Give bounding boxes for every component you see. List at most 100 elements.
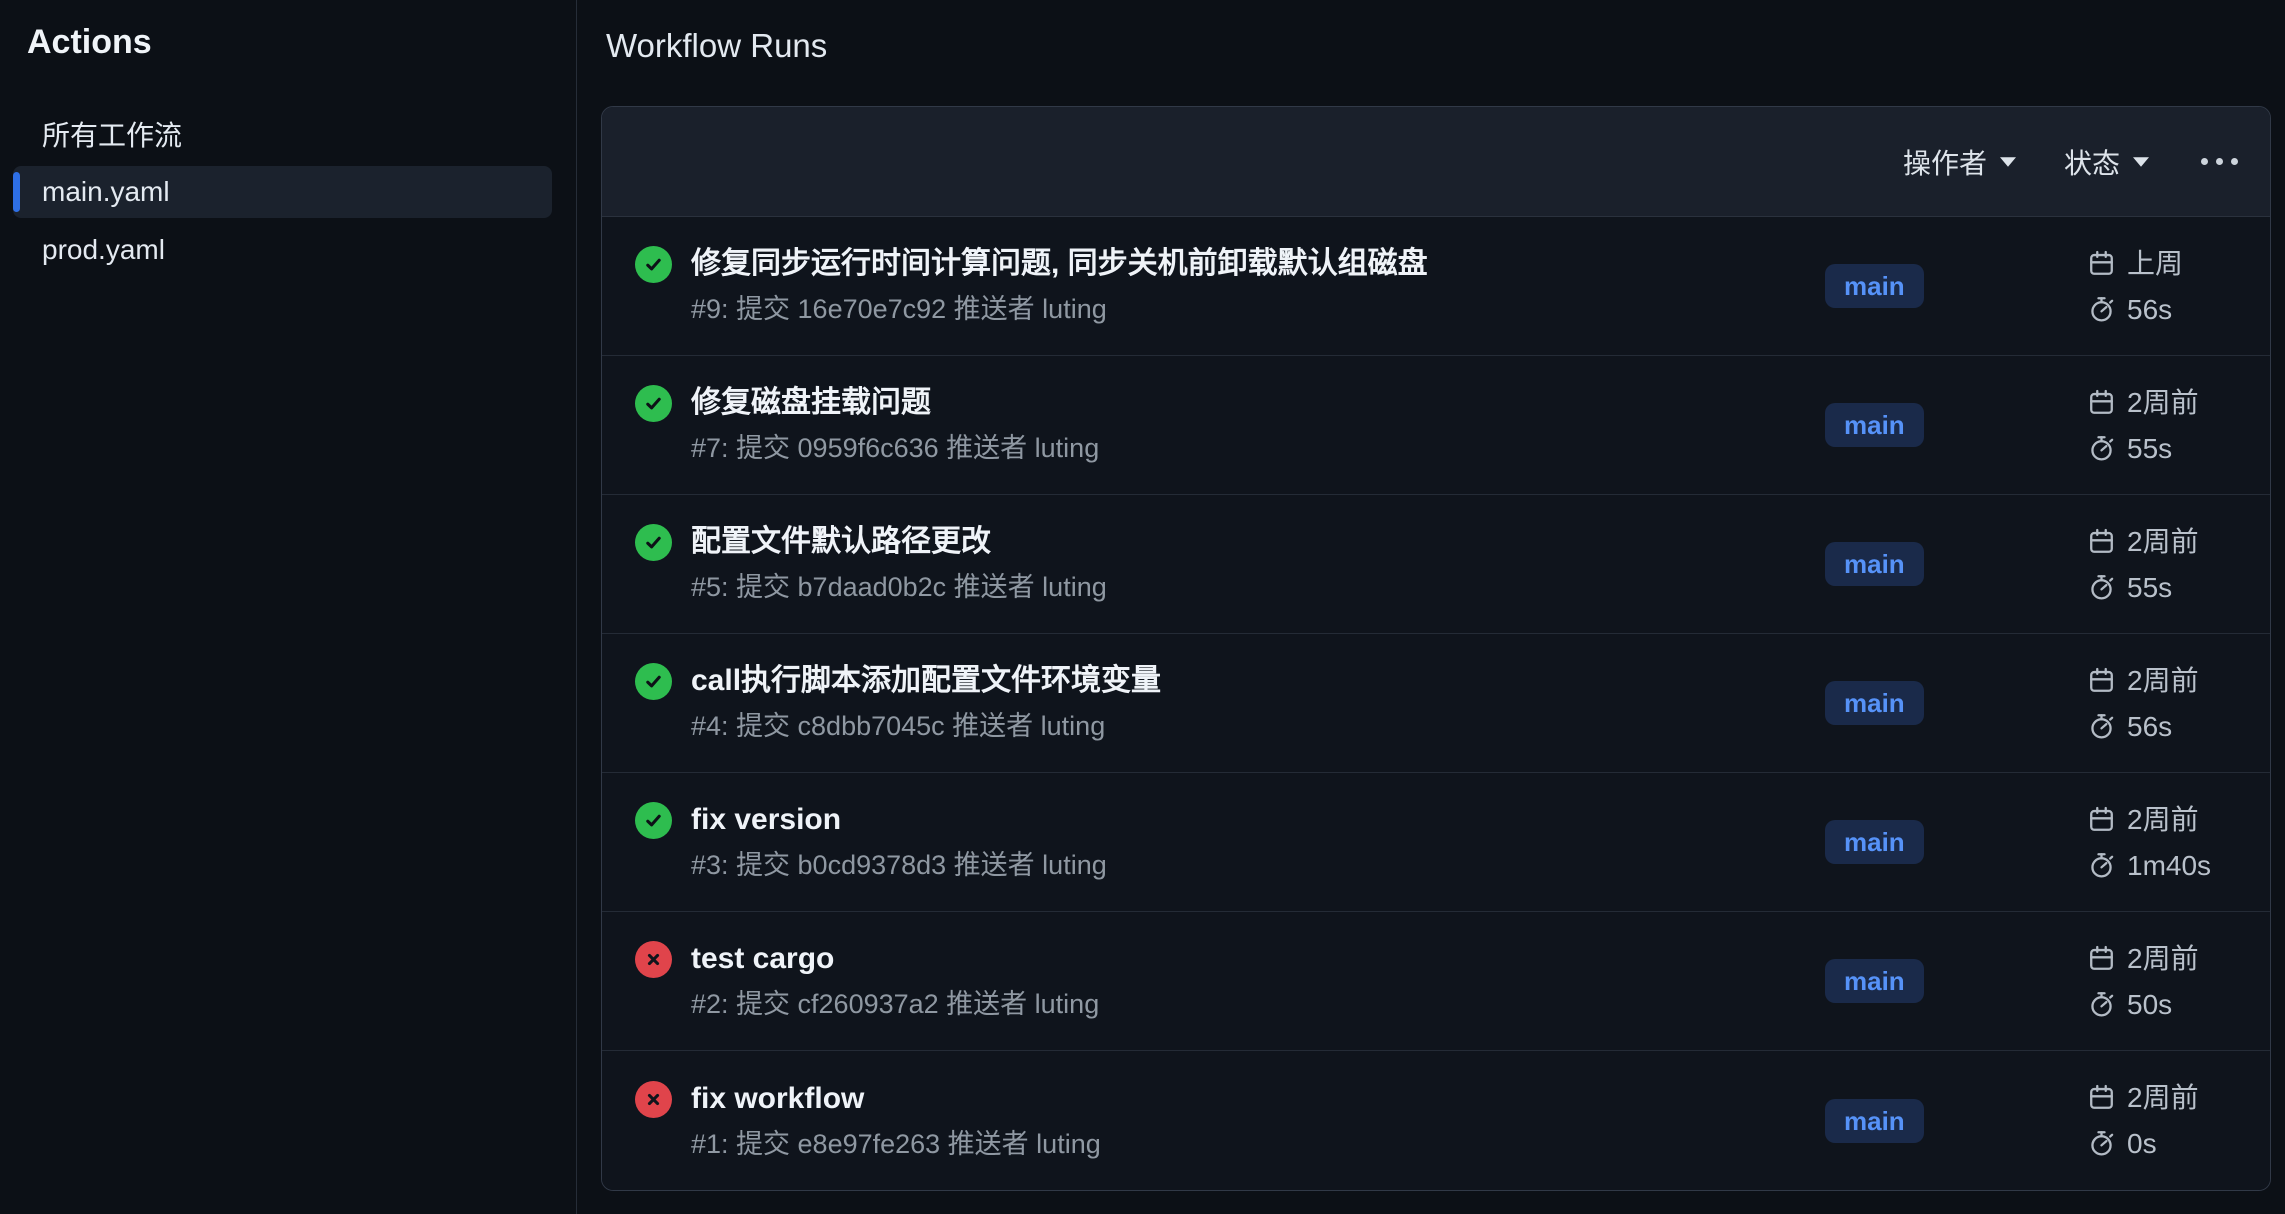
check-icon xyxy=(644,394,663,413)
sidebar-item-1[interactable]: main.yaml xyxy=(13,166,552,218)
run-duration: 55s xyxy=(2087,569,2237,606)
check-icon xyxy=(644,811,663,830)
run-commit-meta: #9: 提交 16e70e7c92 推送者 luting xyxy=(691,291,1428,327)
branch-badge[interactable]: main xyxy=(1825,959,1924,1003)
workflow-run-row[interactable]: fix workflow #1: 提交 e8e97fe263 推送者 lutin… xyxy=(602,1051,2270,1190)
calendar-icon xyxy=(2087,944,2116,973)
run-title-link[interactable]: fix workflow xyxy=(691,1080,1101,1118)
calendar-icon xyxy=(2087,1083,2116,1112)
actor-filter-label: 操作者 xyxy=(1903,142,1987,182)
run-date: 2周前 xyxy=(2087,523,2237,560)
x-icon xyxy=(644,950,663,969)
calendar-icon xyxy=(2087,249,2116,278)
run-duration-label: 50s xyxy=(2127,986,2172,1023)
run-date: 2周前 xyxy=(2087,662,2237,699)
run-commit-meta: #4: 提交 c8dbb7045c 推送者 luting xyxy=(691,708,1161,744)
run-status-icon xyxy=(635,1081,672,1118)
chevron-down-icon xyxy=(2000,157,2016,167)
branch-badge[interactable]: main xyxy=(1825,264,1924,308)
status-filter-label: 状态 xyxy=(2064,142,2120,182)
workflow-run-row[interactable]: 配置文件默认路径更改 #5: 提交 b7daad0b2c 推送者 luting … xyxy=(602,495,2270,634)
run-duration-label: 0s xyxy=(2127,1125,2157,1162)
run-date: 2周前 xyxy=(2087,384,2237,421)
workflow-run-row[interactable]: test cargo #2: 提交 cf260937a2 推送者 luting … xyxy=(602,912,2270,1051)
runs-toolbar: 操作者 状态 xyxy=(602,107,2270,217)
run-status-icon xyxy=(635,941,672,978)
run-commit-meta: #2: 提交 cf260937a2 推送者 luting xyxy=(691,986,1099,1022)
stopwatch-icon xyxy=(2087,712,2116,741)
sidebar-item-2[interactable]: prod.yaml xyxy=(13,224,552,276)
run-title-link[interactable]: fix version xyxy=(691,801,1107,839)
branch-badge[interactable]: main xyxy=(1825,403,1924,447)
run-date-label: 2周前 xyxy=(2127,940,2199,977)
workflow-list: 所有工作流 main.yaml prod.yaml xyxy=(0,108,576,276)
run-title-link[interactable]: 修复同步运行时间计算问题, 同步关机前卸载默认组磁盘 xyxy=(691,245,1428,283)
run-date-label: 2周前 xyxy=(2127,801,2199,838)
run-duration-label: 56s xyxy=(2127,708,2172,745)
stopwatch-icon xyxy=(2087,990,2116,1019)
workflow-runs-card: 操作者 状态 xyxy=(601,106,2271,1191)
run-date: 2周前 xyxy=(2087,940,2237,977)
sidebar-item-label: 所有工作流 xyxy=(42,114,182,154)
run-date: 上周 xyxy=(2087,245,2237,282)
run-duration-label: 56s xyxy=(2127,291,2172,328)
actions-sidebar: Actions 所有工作流 main.yaml prod.yaml xyxy=(0,0,577,1214)
workflow-runs-list: 修复同步运行时间计算问题, 同步关机前卸载默认组磁盘 #9: 提交 16e70e… xyxy=(602,217,2270,1190)
chevron-down-icon xyxy=(2133,157,2149,167)
sidebar-item-0[interactable]: 所有工作流 xyxy=(13,108,552,160)
main-content: Workflow Runs 操作者 状态 xyxy=(577,0,2285,1214)
run-duration-label: 1m40s xyxy=(2127,847,2211,884)
run-date-label: 上周 xyxy=(2127,245,2183,282)
check-icon xyxy=(644,672,663,691)
check-icon xyxy=(644,255,663,274)
workflow-run-row[interactable]: 修复同步运行时间计算问题, 同步关机前卸载默认组磁盘 #9: 提交 16e70e… xyxy=(602,217,2270,356)
stopwatch-icon xyxy=(2087,851,2116,880)
branch-badge[interactable]: main xyxy=(1825,820,1924,864)
workflow-run-row[interactable]: fix version #3: 提交 b0cd9378d3 推送者 luting… xyxy=(602,773,2270,912)
run-commit-meta: #3: 提交 b0cd9378d3 推送者 luting xyxy=(691,847,1107,883)
run-duration: 1m40s xyxy=(2087,847,2237,884)
check-icon xyxy=(644,533,663,552)
workflow-run-row[interactable]: call执行脚本添加配置文件环境变量 #4: 提交 c8dbb7045c 推送者… xyxy=(602,634,2270,773)
sidebar-title: Actions xyxy=(27,22,576,62)
x-icon xyxy=(644,1090,663,1109)
run-date: 2周前 xyxy=(2087,801,2237,838)
page-title: Workflow Runs xyxy=(606,26,2285,66)
calendar-icon xyxy=(2087,388,2116,417)
branch-badge[interactable]: main xyxy=(1825,1099,1924,1143)
stopwatch-icon xyxy=(2087,1129,2116,1158)
calendar-icon xyxy=(2087,527,2116,556)
run-date-label: 2周前 xyxy=(2127,523,2199,560)
run-title-link[interactable]: call执行脚本添加配置文件环境变量 xyxy=(691,662,1161,700)
workflow-run-row[interactable]: 修复磁盘挂载问题 #7: 提交 0959f6c636 推送者 luting ma… xyxy=(602,356,2270,495)
stopwatch-icon xyxy=(2087,295,2116,324)
run-date-label: 2周前 xyxy=(2127,1079,2199,1116)
calendar-icon xyxy=(2087,805,2116,834)
run-duration-label: 55s xyxy=(2127,430,2172,467)
actor-filter-dropdown[interactable]: 操作者 xyxy=(1903,142,2016,182)
status-filter-dropdown[interactable]: 状态 xyxy=(2064,142,2149,182)
run-title-link[interactable]: 修复磁盘挂载问题 xyxy=(691,384,1099,422)
more-options-button[interactable] xyxy=(2197,148,2242,175)
run-title-link[interactable]: 配置文件默认路径更改 xyxy=(691,523,1107,561)
stopwatch-icon xyxy=(2087,573,2116,602)
run-duration: 55s xyxy=(2087,430,2237,467)
run-commit-meta: #1: 提交 e8e97fe263 推送者 luting xyxy=(691,1126,1101,1162)
run-status-icon xyxy=(635,246,672,283)
branch-badge[interactable]: main xyxy=(1825,681,1924,725)
sidebar-item-label: prod.yaml xyxy=(42,234,165,266)
run-commit-meta: #7: 提交 0959f6c636 推送者 luting xyxy=(691,430,1099,466)
run-status-icon xyxy=(635,802,672,839)
branch-badge[interactable]: main xyxy=(1825,542,1924,586)
run-duration: 0s xyxy=(2087,1125,2237,1162)
calendar-icon xyxy=(2087,666,2116,695)
sidebar-item-label: main.yaml xyxy=(42,176,170,208)
run-duration: 56s xyxy=(2087,291,2237,328)
run-date-label: 2周前 xyxy=(2127,662,2199,699)
run-date-label: 2周前 xyxy=(2127,384,2199,421)
run-date: 2周前 xyxy=(2087,1079,2237,1116)
run-duration: 56s xyxy=(2087,708,2237,745)
run-status-icon xyxy=(635,385,672,422)
run-status-icon xyxy=(635,524,672,561)
run-title-link[interactable]: test cargo xyxy=(691,940,1099,978)
